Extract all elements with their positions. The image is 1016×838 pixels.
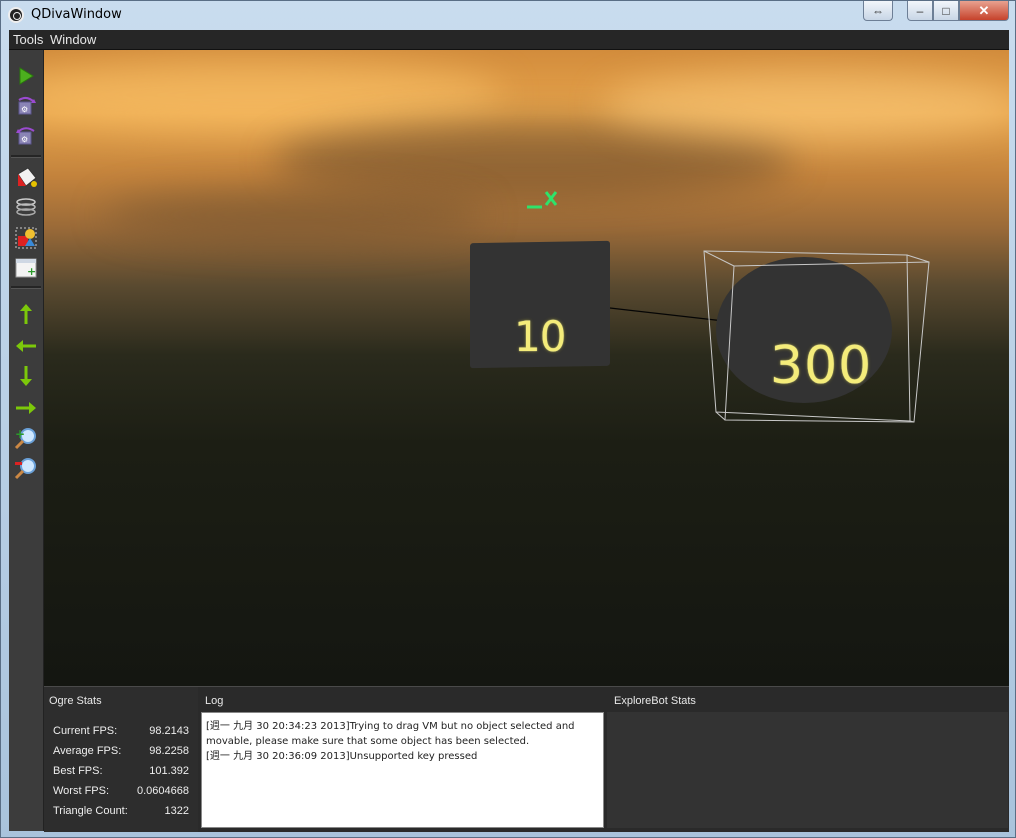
add-panel-icon[interactable]: + (14, 256, 38, 280)
rotate-cw-icon[interactable]: ⚙ (14, 94, 38, 118)
coil-icon[interactable] (14, 196, 38, 220)
side-toolbar: ⚙ ⚙ + + (9, 50, 44, 831)
title-bar[interactable]: QDivaWindow ⇔ – □ ✕ (1, 1, 1015, 29)
log-entry: [週一 九月 30 20:34:23 2013]Trying to drag V… (206, 721, 578, 747)
arrow-down-icon[interactable] (14, 364, 38, 388)
explorebot-stats-title: ExploreBot Stats (614, 695, 696, 707)
menu-tools[interactable]: Tools (13, 32, 43, 47)
paint-bucket-icon[interactable] (14, 166, 38, 190)
stat-value: 1322 (164, 805, 189, 817)
window-title: QDivaWindow (31, 7, 122, 22)
log-panel: Log [週一 九月 30 20:34:23 2013]Trying to dr… (201, 687, 605, 832)
arrow-left-icon[interactable] (14, 334, 38, 358)
bottom-dock: Ogre Stats Current FPS: 98.2143 Average … (44, 686, 1009, 832)
zoom-out-icon[interactable] (14, 456, 38, 480)
stat-label: Triangle Count: (53, 805, 128, 817)
close-button[interactable]: ✕ (959, 1, 1009, 21)
stat-label: Current FPS: (53, 725, 118, 737)
stat-label: Worst FPS: (53, 785, 110, 797)
stat-value: 98.2143 (149, 725, 189, 737)
3d-viewport[interactable]: 10 300 (44, 50, 1009, 686)
rotate-ccw-icon[interactable]: ⚙ (14, 124, 38, 148)
maximize-button[interactable]: □ (933, 1, 959, 21)
svg-text:⚙: ⚙ (21, 105, 28, 114)
stat-label: Average FPS: (53, 745, 122, 757)
stat-value: 98.2258 (149, 745, 189, 757)
play-icon[interactable] (14, 64, 38, 88)
svg-text:+: + (27, 265, 36, 278)
menu-bar: Tools Window (9, 30, 1009, 50)
stat-value: 101.392 (149, 765, 189, 777)
ogre-stats-title: Ogre Stats (49, 695, 102, 707)
arrow-right-icon[interactable] (14, 396, 38, 420)
restore-size-button[interactable]: ⇔ (863, 1, 893, 21)
svg-text:+: + (15, 427, 25, 441)
minimize-button[interactable]: – (907, 1, 933, 21)
log-title: Log (205, 695, 224, 707)
toolbar-separator (11, 155, 41, 158)
app-logo-icon (8, 7, 24, 23)
log-entry: [週一 九月 30 20:36:09 2013]Unsupported key … (206, 751, 478, 762)
cube-value-label: 10 (514, 312, 566, 361)
sphere-value-label: 300 (770, 336, 873, 396)
client-area: Tools Window ⚙ ⚙ + + 10 300 Ogre Stats C… (9, 30, 1009, 832)
svg-text:⚙: ⚙ (21, 135, 28, 144)
explorebot-stats-panel: ExploreBot Stats (607, 687, 1009, 832)
explorebot-stats-area (607, 712, 1008, 828)
stat-label: Best FPS: (53, 765, 103, 777)
app-window: QDivaWindow ⇔ – □ ✕ Tools Window ⚙ ⚙ + +… (0, 0, 1016, 838)
shapes-icon[interactable] (14, 226, 38, 250)
arrow-up-icon[interactable] (14, 302, 38, 326)
ogre-stats-panel: Ogre Stats Current FPS: 98.2143 Average … (44, 687, 198, 832)
log-textarea[interactable]: [週一 九月 30 20:34:23 2013]Trying to drag V… (201, 712, 604, 828)
menu-window[interactable]: Window (50, 32, 96, 47)
zoom-in-icon[interactable]: + (14, 426, 38, 450)
stat-value: 0.0604668 (137, 785, 189, 797)
toolbar-separator (11, 286, 41, 289)
